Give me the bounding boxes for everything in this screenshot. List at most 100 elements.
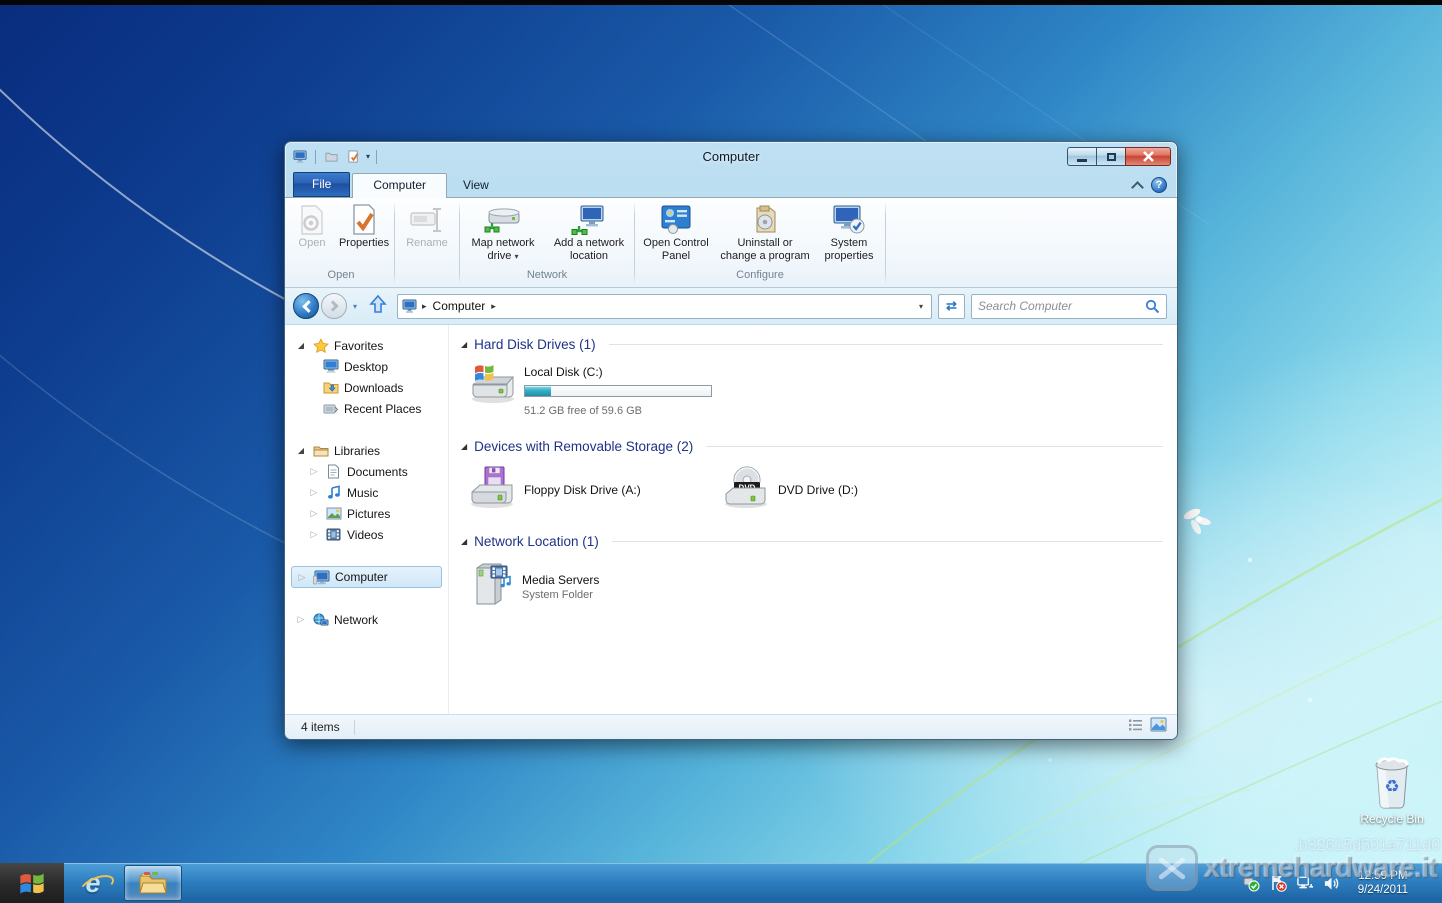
help-icon[interactable]: ? — [1151, 177, 1167, 193]
tab-view[interactable]: View — [447, 174, 505, 197]
tab-computer[interactable]: Computer — [352, 173, 447, 198]
taskbar: e 12:59 PM — [0, 863, 1442, 903]
tree-collapsed-icon[interactable]: ▷ — [296, 572, 308, 583]
media-servers-item[interactable]: Media Servers System Folder — [465, 554, 719, 619]
search-icon[interactable] — [1145, 299, 1160, 314]
forward-button[interactable] — [321, 293, 347, 319]
disk-capacity-bar — [524, 385, 712, 397]
status-bar: 4 items — [285, 714, 1177, 739]
rename-icon — [410, 203, 444, 237]
breadcrumb-arrow-icon[interactable]: ▸ — [422, 301, 427, 312]
windows-flag-icon — [18, 869, 46, 897]
back-button[interactable] — [293, 293, 319, 319]
group-collapse-icon[interactable]: ◢ — [461, 537, 467, 546]
minimize-icon — [1077, 159, 1087, 162]
breadcrumb-computer[interactable]: Computer — [431, 297, 488, 315]
main-area: ◢ Favorites Desktop Downloads Recent Pla… — [285, 325, 1177, 714]
local-disk-item[interactable]: Local Disk (C:) 51.2 GB free of 59.6 GB — [465, 355, 719, 425]
open-button[interactable]: Open — [289, 200, 335, 250]
add-network-location-button[interactable]: Add a network location — [545, 200, 633, 263]
qat-new-folder-icon[interactable] — [322, 148, 340, 166]
sidebar-item-libraries[interactable]: ◢ Libraries — [285, 440, 448, 461]
local-disk-name: Local Disk (C:) — [524, 365, 603, 379]
breadcrumb-arrow-icon-2[interactable]: ▸ — [491, 301, 496, 312]
ribbon-group-open: Open Properties Open — [289, 200, 393, 287]
start-button[interactable] — [0, 863, 64, 903]
items-view: ◢ Hard Disk Drives (1) — [449, 325, 1177, 714]
tab-file[interactable]: File — [293, 172, 350, 197]
sidebar-item-documents[interactable]: ▷ Documents — [285, 461, 448, 482]
minimize-ribbon-icon[interactable] — [1133, 181, 1142, 190]
rename-button[interactable]: Rename — [398, 200, 456, 250]
group-header-removable[interactable]: ◢ Devices with Removable Storage (2) — [461, 435, 1163, 457]
recent-pages-dropdown-icon[interactable]: ▾ — [353, 302, 357, 311]
refresh-button[interactable]: ⇄ — [938, 294, 965, 319]
properties-icon — [351, 203, 377, 237]
taskbar-explorer-button[interactable] — [124, 865, 182, 901]
taskbar-clock[interactable]: 12:59 PM 9/24/2011 — [1350, 869, 1416, 897]
back-icon — [302, 300, 315, 313]
sidebar-item-recent-places[interactable]: Recent Places — [285, 398, 448, 419]
qat-dropdown-icon[interactable]: ▾ — [366, 152, 370, 161]
qat-properties-icon[interactable] — [344, 148, 362, 166]
group-label-configure: Configure — [636, 269, 884, 287]
dvd-drive-item[interactable]: DVD DVD Drive (D:) — [719, 459, 973, 520]
minimize-button[interactable] — [1067, 147, 1096, 166]
sidebar-item-music[interactable]: ▷ Music — [285, 482, 448, 503]
build-watermark: .b32615d501a711d0 — [1294, 837, 1440, 855]
qat-separator-2 — [376, 150, 377, 164]
sidebar-item-desktop[interactable]: Desktop — [285, 356, 448, 377]
title-bar[interactable]: Computer ▾ — [285, 142, 1177, 171]
tree-collapsed-icon[interactable]: ▷ — [308, 508, 320, 519]
close-icon — [1142, 151, 1155, 162]
sidebar-item-videos[interactable]: ▷ Videos — [285, 524, 448, 545]
properties-button[interactable]: Properties — [335, 200, 393, 250]
window-system-icon[interactable] — [291, 148, 309, 166]
tree-expanded-icon[interactable]: ◢ — [295, 341, 307, 350]
safely-remove-hardware-icon[interactable] — [1242, 874, 1260, 892]
group-header-hdd[interactable]: ◢ Hard Disk Drives (1) — [461, 333, 1163, 355]
breadcrumb-computer-icon — [402, 299, 418, 314]
system-properties-button[interactable]: System properties — [816, 200, 882, 263]
recycle-bin[interactable]: ♻ Recycle Bin — [1356, 752, 1428, 826]
ribbon-separator — [634, 202, 635, 285]
up-button[interactable] — [369, 294, 387, 319]
computer-icon — [313, 569, 330, 585]
clock-time: 12:59 PM — [1358, 869, 1408, 883]
action-center-icon[interactable] — [1269, 874, 1287, 892]
sidebar-item-downloads[interactable]: Downloads — [285, 377, 448, 398]
maximize-button[interactable] — [1096, 147, 1125, 166]
videos-icon — [325, 527, 342, 543]
group-collapse-icon[interactable]: ◢ — [461, 442, 467, 451]
network-tray-icon[interactable] — [1296, 874, 1314, 892]
address-bar[interactable]: ▸ Computer ▸ ▾ — [397, 294, 932, 319]
volume-icon[interactable] — [1323, 874, 1341, 892]
close-button[interactable] — [1125, 147, 1171, 166]
tree-expanded-icon[interactable]: ◢ — [295, 446, 307, 455]
group-header-network-location[interactable]: ◢ Network Location (1) — [461, 530, 1163, 552]
floppy-drive-item[interactable]: Floppy Disk Drive (A:) — [465, 459, 719, 520]
recycle-bin-icon: ♻ — [1356, 752, 1428, 810]
taskbar-ie-button[interactable]: e — [64, 863, 122, 903]
sidebar-item-favorites[interactable]: ◢ Favorites — [285, 335, 448, 356]
tree-collapsed-icon[interactable]: ▷ — [308, 466, 320, 477]
map-network-drive-icon — [483, 203, 523, 237]
large-icons-view-button[interactable] — [1150, 717, 1167, 737]
group-collapse-icon[interactable]: ◢ — [461, 340, 467, 349]
ribbon-separator — [459, 202, 460, 285]
open-control-panel-button[interactable]: Open Control Panel — [638, 200, 714, 263]
details-view-button[interactable] — [1128, 718, 1143, 737]
tree-collapsed-icon[interactable]: ▷ — [308, 529, 320, 540]
tree-collapsed-icon[interactable]: ▷ — [295, 614, 307, 625]
group-rule — [612, 541, 1163, 542]
map-network-drive-button[interactable]: Map network drive ▾ — [461, 200, 545, 263]
search-input[interactable] — [978, 299, 1145, 313]
sidebar-item-computer[interactable]: ▷ Computer — [291, 566, 442, 588]
uninstall-program-button[interactable]: Uninstall or change a program — [714, 200, 816, 263]
recycle-symbol: ♻ — [1384, 777, 1399, 797]
map-drive-dropdown-icon: ▾ — [514, 252, 518, 261]
sidebar-item-network[interactable]: ▷ Network — [285, 609, 448, 630]
address-dropdown-icon[interactable]: ▾ — [915, 302, 927, 311]
sidebar-item-pictures[interactable]: ▷ Pictures — [285, 503, 448, 524]
tree-collapsed-icon[interactable]: ▷ — [308, 487, 320, 498]
